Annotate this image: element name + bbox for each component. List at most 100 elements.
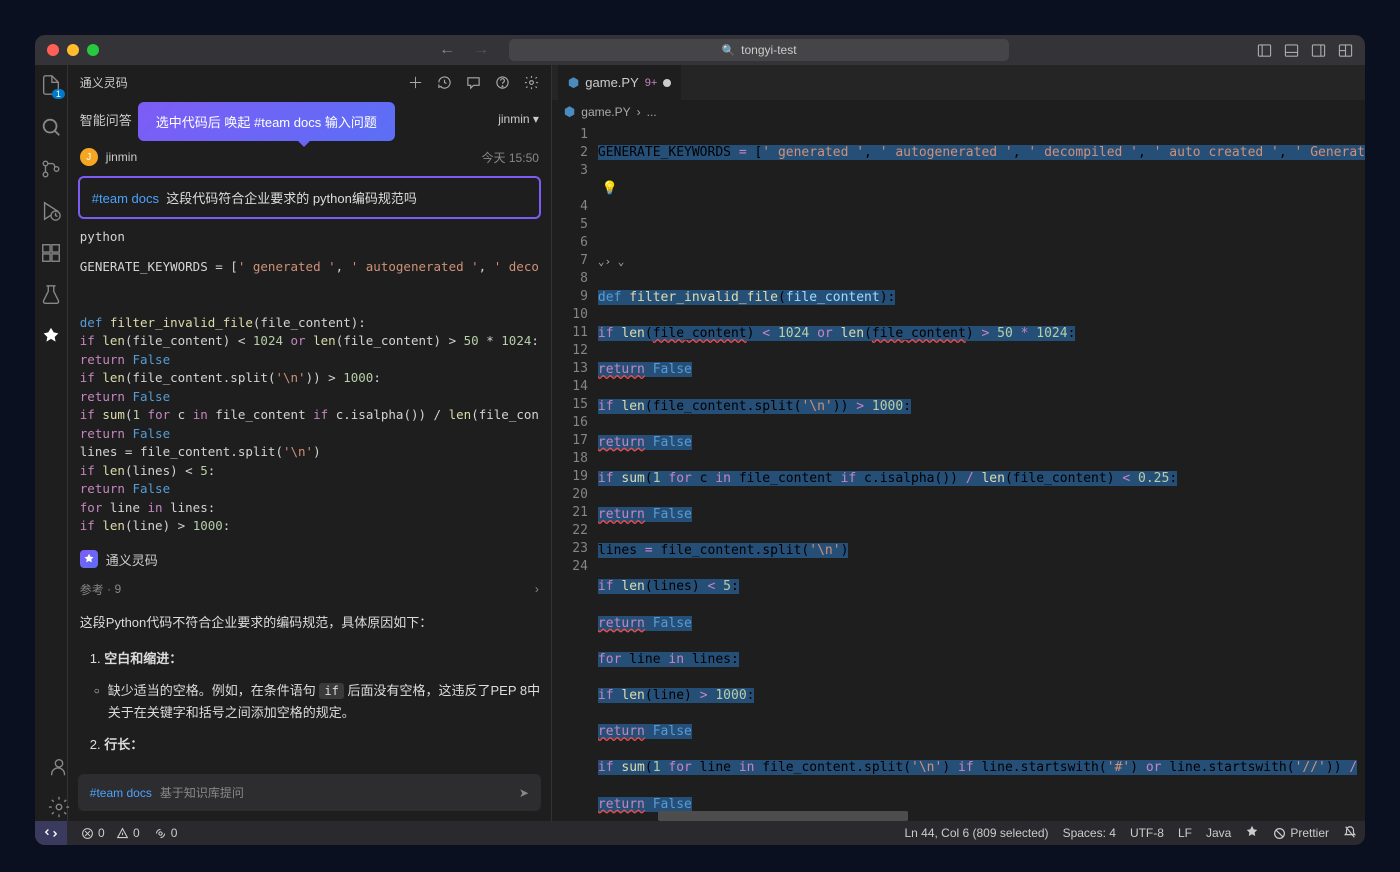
minimize-window-button[interactable] [67, 44, 79, 56]
breadcrumb-more: ... [647, 105, 657, 119]
tab-modified-dot [663, 79, 671, 87]
source-control-icon[interactable] [39, 157, 63, 181]
chat-panel: 通义灵码 智能问答 选中代码后 唤起 #team docs 输入问题 jinmi… [68, 65, 552, 821]
command-center[interactable]: 🔍 tongyi-test [509, 39, 1009, 61]
ports-indicator[interactable]: 0 [154, 826, 178, 840]
python-icon: ⬢ [568, 75, 579, 91]
traffic-lights [47, 44, 99, 56]
error-count: 0 [98, 826, 105, 840]
notifications-icon[interactable] [1343, 825, 1357, 842]
input-hashtag: #team docs [90, 786, 152, 800]
refs-label: 参考 [80, 581, 104, 598]
input-placeholder: 基于知识库提问 [160, 784, 244, 801]
chat-settings-icon[interactable] [524, 75, 539, 90]
model-selector[interactable]: jinmin ▾ [498, 112, 539, 126]
explorer-badge: 1 [52, 89, 65, 99]
customize-layout-icon[interactable] [1338, 43, 1353, 58]
toggle-secondary-sidebar-icon[interactable] [1311, 43, 1326, 58]
answer-point-1: 1. 空白和缩进： [78, 644, 541, 674]
breadcrumb[interactable]: ⬢ game.PY › ... [552, 100, 1365, 124]
new-chat-icon[interactable] [408, 75, 423, 90]
close-window-button[interactable] [47, 44, 59, 56]
warning-count: 0 [133, 826, 140, 840]
encoding[interactable]: UTF-8 [1130, 826, 1164, 840]
chat-header: 通义灵码 [68, 65, 551, 100]
lightbulb-icon[interactable]: 💡 [598, 181, 618, 196]
horizontal-scrollbar[interactable] [658, 811, 908, 821]
chat-input-area: #team docs 基于知识库提问 ➤ [68, 766, 551, 821]
user-avatar: J [80, 148, 98, 166]
cursor-position[interactable]: Ln 44, Col 6 (809 selected) [904, 826, 1048, 840]
message-timestamp: 今天 15:50 [482, 149, 539, 166]
extensions-icon[interactable] [39, 241, 63, 265]
activity-bar: 1 [35, 65, 68, 821]
python-icon: ⬢ [564, 104, 575, 120]
answer-point-2: 2. 行长： [78, 730, 541, 760]
eol[interactable]: LF [1178, 826, 1192, 840]
titlebar-layout-controls [1257, 43, 1353, 58]
editor-panel: ⬢ game.PY 9+ ⬢ game.PY › ... 12345678910… [552, 65, 1365, 821]
tab-filename: game.PY [585, 75, 638, 90]
tooltip-bubble: 选中代码后 唤起 #team docs 输入问题 [138, 102, 395, 141]
feedback-icon[interactable] [466, 75, 481, 90]
user-name: jinmin [106, 150, 137, 164]
status-bar: 0 0 0 Ln 44, Col 6 (809 selected) Spaces… [35, 821, 1365, 845]
chat-tabs: 智能问答 选中代码后 唤起 #team docs 输入问题 jinmin ▾ [68, 100, 551, 138]
titlebar: ← → 🔍 tongyi-test [35, 35, 1365, 65]
back-button[interactable]: ← [439, 41, 455, 59]
accounts-icon[interactable] [47, 755, 71, 779]
tab-problems-badge: 9+ [645, 77, 658, 89]
problems-indicator[interactable]: 0 0 [81, 826, 140, 840]
answer-intro: 这段Python代码不符合企业要求的编码规范，具体原因如下： [78, 608, 541, 638]
chat-body: J jinmin 今天 15:50 #team docs 这段代码符合企业要求的… [68, 138, 551, 766]
breadcrumb-file: game.PY [581, 105, 630, 119]
references-row[interactable]: 参考 · 9 › [78, 577, 541, 602]
vscode-window: ← → 🔍 tongyi-test 1 [35, 35, 1365, 845]
inline-code: if [319, 683, 343, 699]
editor-tab-game[interactable]: ⬢ game.PY 9+ [558, 65, 681, 100]
chat-code-block: GENERATE_KEYWORDS = [' generated ', ' au… [78, 254, 541, 536]
run-debug-icon[interactable] [39, 199, 63, 223]
remote-indicator[interactable] [35, 821, 67, 845]
line-numbers: 123456789101112131415161718192021222324 [552, 124, 598, 821]
tongyi-icon[interactable] [39, 325, 63, 349]
editor-tabs: ⬢ game.PY 9+ [552, 65, 1365, 100]
editor-body[interactable]: 123456789101112131415161718192021222324 … [552, 124, 1365, 821]
answer-point-1-detail: 缺少适当的空格。例如，在条件语句 if 后面没有空格，这违反了PEP 8中关于在… [78, 680, 541, 724]
help-icon[interactable] [495, 75, 510, 90]
main-area: 1 [35, 65, 1365, 821]
fold-icons[interactable]: ⌄› ⌄ [598, 255, 625, 268]
editor-content[interactable]: GENERATE_KEYWORDS = [' generated ', ' au… [598, 124, 1365, 821]
user-message-header: J jinmin 今天 15:50 [78, 144, 541, 170]
bot-icon [80, 550, 98, 568]
hashtag: #team docs [92, 191, 159, 206]
search-icon[interactable] [39, 115, 63, 139]
refs-count: 9 [114, 582, 121, 596]
explorer-icon[interactable]: 1 [39, 73, 63, 97]
forward-button[interactable]: → [473, 41, 489, 59]
assistant-header: 通义灵码 [78, 542, 541, 571]
ports-count: 0 [171, 826, 178, 840]
history-icon[interactable] [437, 75, 452, 90]
testing-icon[interactable] [39, 283, 63, 307]
chevron-right-icon: › [535, 582, 539, 596]
maximize-window-button[interactable] [87, 44, 99, 56]
send-icon[interactable]: ➤ [519, 786, 529, 800]
tab-qa[interactable]: 智能问答 [80, 110, 132, 129]
toggle-panel-icon[interactable] [1284, 43, 1299, 58]
user-question: #team docs 这段代码符合企业要求的 python编码规范吗 [78, 176, 541, 219]
assistant-name: 通义灵码 [106, 550, 158, 569]
search-icon: 🔍 [721, 44, 735, 57]
settings-gear-icon[interactable] [47, 795, 71, 819]
chevron-right-icon: › [637, 105, 641, 119]
language-mode[interactable]: Java [1206, 826, 1231, 840]
toggle-primary-sidebar-icon[interactable] [1257, 43, 1272, 58]
tongyi-status-icon[interactable] [1245, 825, 1259, 842]
nav-arrows: ← → [439, 41, 489, 59]
chat-title: 通义灵码 [80, 74, 128, 91]
chat-input[interactable]: #team docs 基于知识库提问 ➤ [78, 774, 541, 811]
indentation[interactable]: Spaces: 4 [1063, 826, 1116, 840]
question-text: 这段代码符合企业要求的 python编码规范吗 [166, 191, 417, 206]
code-lang-label: python [78, 225, 541, 248]
prettier-status[interactable]: Prettier [1273, 826, 1329, 840]
